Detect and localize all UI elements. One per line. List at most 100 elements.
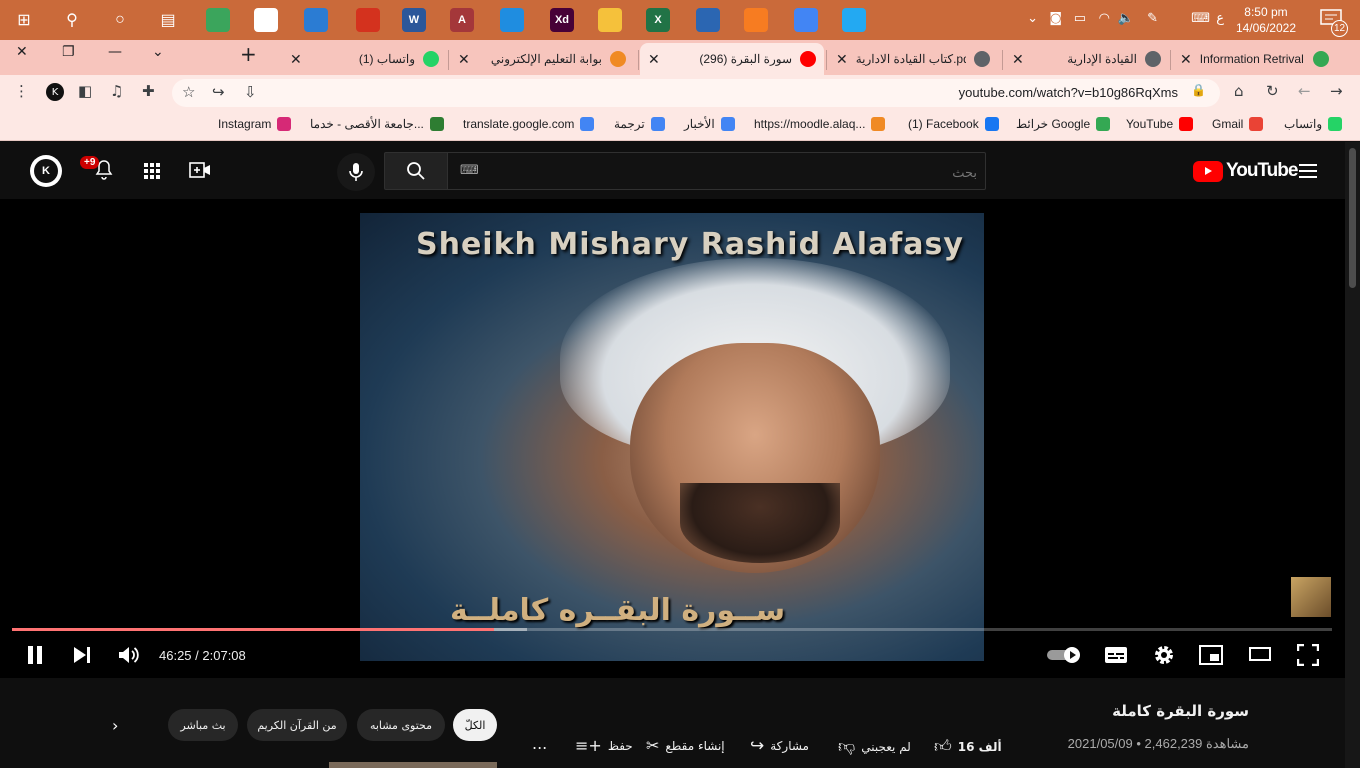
video-frame[interactable]: Sheikh Mishary Rashid Alafasy ســورة الب…	[360, 213, 984, 661]
pen-icon[interactable]: ✎	[1147, 11, 1158, 26]
bookmark-item[interactable]: واتساب	[1284, 117, 1343, 131]
forward-icon[interactable]: ←	[1298, 82, 1311, 100]
bookmark-star-icon[interactable]: ☆	[182, 83, 195, 101]
vscode-button[interactable]	[840, 6, 868, 34]
close-tab-icon[interactable]: ✕	[1012, 51, 1024, 68]
notification-center-button[interactable]: 12	[1320, 9, 1348, 37]
bookmark-item[interactable]: الأخبار	[684, 117, 735, 131]
autoplay-toggle[interactable]	[1046, 646, 1082, 667]
word-button[interactable]: W	[400, 6, 428, 34]
volume-icon[interactable]: 🔈	[1118, 11, 1134, 26]
video-player[interactable]: Sheikh Mishary Rashid Alafasy ســورة الب…	[0, 199, 1345, 678]
settings-button[interactable]	[1153, 644, 1175, 669]
like-button[interactable]: 👍︎ 16 ألف	[934, 736, 1002, 757]
bookmark-item[interactable]: YouTube	[1126, 117, 1194, 131]
close-tab-icon[interactable]: ✕	[648, 51, 660, 68]
bookmark-item[interactable]: Gmail	[1212, 117, 1264, 131]
media-control-icon[interactable]: ♫	[110, 82, 123, 100]
guide-menu-icon[interactable]	[1299, 164, 1317, 178]
notifications-button[interactable]: +9	[80, 156, 118, 184]
subtitles-button[interactable]	[1104, 646, 1128, 667]
dislike-button[interactable]: 👎︎ لم يعجبني	[838, 736, 911, 757]
close-tab-icon[interactable]: ✕	[458, 51, 470, 68]
filter-chip[interactable]: الكلّ	[453, 709, 497, 741]
bookmark-item[interactable]: translate.google.com	[463, 117, 595, 131]
search-input[interactable]	[497, 162, 977, 182]
save-button[interactable]: ≡+ حفظ	[575, 736, 633, 755]
wifi-icon[interactable]: ◠	[1099, 11, 1110, 26]
back-icon[interactable]: →	[1330, 82, 1343, 100]
filter-chip[interactable]: من القرآن الكريم	[247, 709, 347, 741]
channel-watermark[interactable]	[1291, 577, 1331, 617]
browser-menu-icon[interactable]: ⋮	[14, 82, 29, 100]
close-window-button[interactable]: ✕	[16, 44, 28, 60]
chrome-button[interactable]	[792, 6, 820, 34]
mute-button[interactable]	[118, 645, 140, 668]
battery-icon[interactable]: ▭	[1074, 11, 1086, 26]
youtube-logo[interactable]: YouTube	[1193, 160, 1298, 182]
task-view-button[interactable]: ▤	[154, 6, 182, 34]
related-video-thumbnail[interactable]	[329, 762, 497, 768]
bookmark-item[interactable]: ترجمة	[614, 117, 665, 131]
next-button[interactable]	[72, 645, 92, 668]
pause-button[interactable]	[26, 645, 44, 668]
adobe-xd-button[interactable]: Xd	[548, 6, 576, 34]
bookmark-item[interactable]: خرائط Google	[1016, 117, 1111, 131]
file-explorer-button[interactable]	[596, 6, 624, 34]
miniplayer-button[interactable]	[1199, 645, 1223, 668]
browser-tab[interactable]: ✕ (296) سورة البقرة	[640, 43, 824, 75]
install-app-icon[interactable]: ⇩	[244, 83, 257, 101]
home-icon[interactable]: ⌂	[1234, 82, 1244, 100]
cortana-button[interactable]: ○	[106, 6, 134, 34]
whatsapp-desktop-button[interactable]	[498, 6, 526, 34]
chevron-up-icon[interactable]: ⌄	[1027, 11, 1038, 26]
page-scrollbar[interactable]	[1345, 142, 1360, 768]
store-button[interactable]	[252, 6, 280, 34]
search-button[interactable]	[384, 152, 448, 190]
access-button[interactable]: A	[448, 6, 476, 34]
windows-start-button[interactable]: ⊞	[10, 6, 38, 34]
search-box[interactable]: ⌨	[447, 152, 986, 190]
close-tab-icon[interactable]: ✕	[1180, 51, 1192, 68]
restore-window-button[interactable]: ❐	[62, 44, 75, 60]
filter-chip[interactable]: بث مباشر	[168, 709, 238, 741]
reload-icon[interactable]: ↻	[1266, 82, 1279, 100]
url-text[interactable]: youtube.com/watch?v=b10g86RqXms	[959, 85, 1178, 100]
filter-chip[interactable]: محتوى مشابه	[357, 709, 445, 741]
profile-avatar[interactable]: K	[46, 83, 64, 101]
xampp-button[interactable]	[742, 6, 770, 34]
fullscreen-button[interactable]	[1296, 643, 1320, 669]
scrollbar-thumb[interactable]	[1349, 148, 1356, 288]
new-tab-button[interactable]: +	[240, 42, 257, 66]
bookmark-item[interactable]: (1) Facebook	[908, 117, 999, 131]
share-icon[interactable]: ↪	[212, 83, 225, 101]
tab-search-button[interactable]: ⌄	[152, 44, 164, 60]
extensions-icon[interactable]: ✚	[142, 82, 155, 100]
language-indicator[interactable]: ع	[1216, 11, 1224, 26]
chips-scroll-right-icon[interactable]: ›	[112, 716, 118, 735]
bookmark-item[interactable]: https://moodle.alaq...	[754, 117, 886, 131]
search-button[interactable]: ⚲	[58, 6, 86, 34]
progress-bar[interactable]	[12, 628, 1332, 631]
bookmark-item[interactable]: جامعة الأقصى - خدما...	[310, 117, 444, 131]
minimize-window-button[interactable]: —	[108, 44, 122, 60]
omnibox[interactable]: ☆ ↪ ⇩ youtube.com/watch?v=b10g86RqXms 🔒	[172, 79, 1220, 107]
virtualbox-button[interactable]	[694, 6, 722, 34]
browser-tab[interactable]: ✕ القيادة الإدارية	[1004, 43, 1169, 75]
clock[interactable]: 8:50 pm 14/06/2022	[1236, 4, 1296, 36]
browser-tab[interactable]: ✕ Information Retrival -	[1172, 43, 1337, 75]
browser-tab[interactable]: ✕ بوابة التعليم الإلكتروني	[450, 43, 634, 75]
browser-tab[interactable]: ✕ (1) واتساب	[282, 43, 447, 75]
voice-search-button[interactable]	[337, 153, 375, 191]
bookmark-item[interactable]: Instagram	[218, 117, 292, 131]
more-actions-button[interactable]: ...	[532, 734, 547, 753]
camera-icon[interactable]: ◙	[1049, 11, 1062, 26]
side-panel-icon[interactable]: ◧	[78, 82, 92, 100]
close-tab-icon[interactable]: ✕	[290, 51, 302, 68]
account-avatar[interactable]: K	[30, 155, 62, 187]
clip-button[interactable]: ✂ إنشاء مقطع	[646, 736, 725, 755]
acrobat-button[interactable]	[354, 6, 382, 34]
share-button[interactable]: ↪ مشاركة	[750, 736, 809, 756]
theater-mode-button[interactable]	[1249, 647, 1271, 664]
lock-icon[interactable]: 🔒	[1191, 83, 1206, 97]
